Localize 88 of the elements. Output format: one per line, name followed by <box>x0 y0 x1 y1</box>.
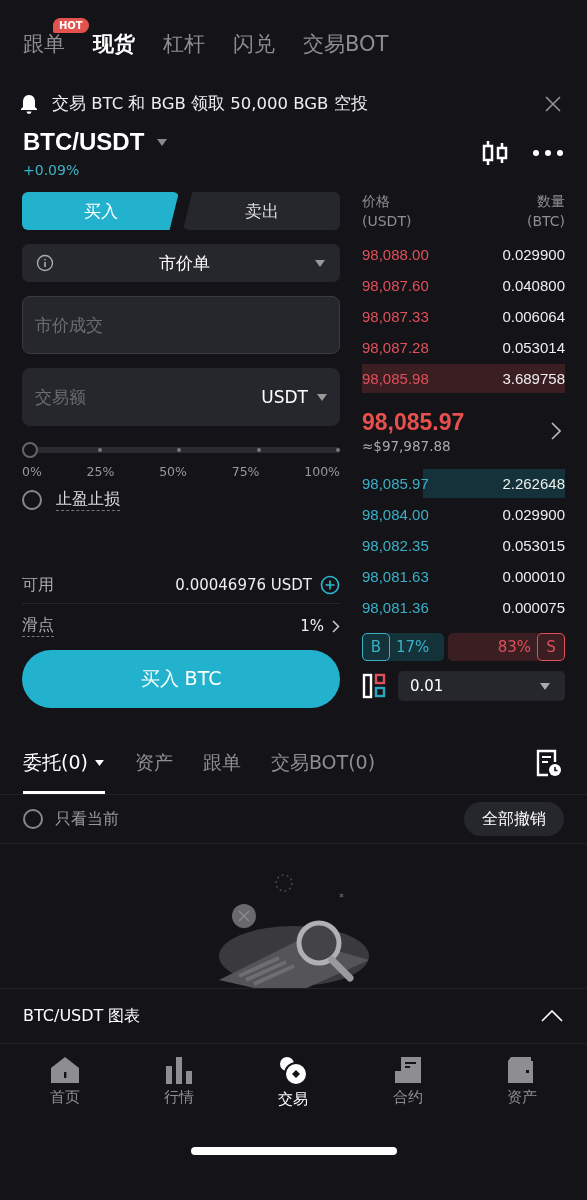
add-icon[interactable] <box>320 575 340 595</box>
last-price: 98,085.97 <box>362 408 465 436</box>
tpsl-label: 止盈止损 <box>56 489 120 511</box>
percent-label: 0% <box>22 464 42 479</box>
ask-quantity: 0.053014 <box>502 339 565 357</box>
bid-price[interactable]: 98,082.35 <box>362 537 429 555</box>
bid-price[interactable]: 98,081.63 <box>362 568 429 586</box>
caret-icon <box>93 759 105 767</box>
currency-selector[interactable]: USDT <box>261 368 328 426</box>
ask-price[interactable]: 98,087.28 <box>362 339 429 357</box>
bid-quantity: 0.029900 <box>502 506 565 524</box>
market-tab[interactable]: 杠杆 <box>163 30 205 58</box>
nav-item[interactable]: 资产 <box>476 1056 567 1109</box>
bid-quantity: 2.262648 <box>502 475 565 493</box>
market-tab[interactable]: 跟单 <box>23 30 65 58</box>
ask-quantity: 0.040800 <box>502 277 565 295</box>
market-tab[interactable]: 闪兑 <box>233 30 275 58</box>
ask-quantity: 0.006064 <box>502 308 565 326</box>
cancel-all-button[interactable]: 全部撤销 <box>464 802 564 836</box>
close-icon[interactable] <box>545 96 561 112</box>
sell-ratio: 83% <box>497 638 531 657</box>
home-icon <box>50 1056 81 1084</box>
column-header: 数量 (BTC) <box>526 192 565 231</box>
percent-label: 75% <box>231 464 260 479</box>
side-tab[interactable]: 卖出 <box>183 192 340 230</box>
candlestick-icon[interactable] <box>481 140 509 166</box>
caret-icon[interactable] <box>156 137 169 147</box>
usd-price: ≈$97,987.88 <box>362 437 452 454</box>
notice-text: 交易 BTC 和 BGB 领取 50,000 BGB 空投 <box>52 93 369 115</box>
chart-toggle-label: BTC/USDT 图表 <box>23 1005 141 1027</box>
price-change: +0.09% <box>23 162 81 178</box>
info-icon <box>36 254 54 272</box>
checkbox[interactable] <box>22 490 42 510</box>
caret-icon <box>539 681 551 691</box>
column-header: 价格 (USDT) <box>362 192 412 231</box>
nav-item[interactable]: 合约 <box>362 1056 453 1109</box>
chevron-right-icon[interactable] <box>332 619 340 633</box>
ask-price[interactable]: 98,087.60 <box>362 277 429 295</box>
percent-label: 100% <box>304 464 340 479</box>
hot-badge: HOT <box>53 18 89 33</box>
bid-price[interactable]: 98,084.00 <box>362 506 429 524</box>
caret-icon <box>316 392 328 402</box>
available-label: 可用 <box>22 574 54 596</box>
bid-price[interactable]: 98,081.36 <box>362 599 429 617</box>
orders-tab[interactable]: 跟单 <box>202 732 241 794</box>
more-icon[interactable] <box>533 150 563 156</box>
buy-ratio: 17% <box>396 638 430 657</box>
amount-slider[interactable] <box>22 442 340 458</box>
chevron-up-icon[interactable] <box>541 1010 563 1022</box>
orders-tab[interactable]: 交易BOT(0) <box>270 732 376 794</box>
ask-quantity: 0.029900 <box>502 246 565 264</box>
bid-quantity: 0.000075 <box>502 599 565 617</box>
slippage-value[interactable]: 1% <box>300 617 324 635</box>
bid-quantity: 0.000010 <box>502 568 565 586</box>
nav-item[interactable]: 交易 <box>248 1056 339 1109</box>
bid-price[interactable]: 98,085.97 <box>362 475 429 493</box>
price-field[interactable]: 市价成交 <box>22 296 340 354</box>
bid-quantity: 0.053015 <box>502 537 565 555</box>
pair-symbol[interactable]: BTC/USDT <box>23 128 145 156</box>
ask-price[interactable]: 98,088.00 <box>362 246 429 264</box>
nav-item[interactable]: 首页 <box>20 1056 111 1109</box>
market-tab[interactable]: 交易BOT <box>303 30 389 58</box>
checkbox[interactable] <box>23 809 43 829</box>
slider-thumb[interactable] <box>22 442 38 458</box>
precision-dropdown[interactable]: 0.01 <box>398 671 565 702</box>
ask-price[interactable]: 98,087.33 <box>362 308 429 326</box>
document-icon <box>393 1056 422 1084</box>
bell-icon <box>20 94 38 114</box>
sell-tag: S <box>537 633 565 662</box>
percent-label: 50% <box>159 464 187 479</box>
order-history-icon[interactable] <box>535 748 563 778</box>
percent-label: 25% <box>86 464 115 479</box>
order-type-dropdown[interactable]: 市价单 <box>22 244 340 282</box>
available-balance: 0.00046976 USDT <box>175 576 312 594</box>
filter-label: 只看当前 <box>55 808 119 830</box>
ask-quantity: 3.689758 <box>502 370 565 388</box>
orders-tab[interactable]: 资产 <box>134 732 173 794</box>
orders-tab[interactable]: 委托(0) <box>23 732 105 794</box>
ask-price[interactable]: 98,085.98 <box>362 370 429 388</box>
nav-item[interactable]: 行情 <box>134 1056 225 1109</box>
bar-chart-icon <box>165 1056 194 1084</box>
market-tab[interactable]: 现货 <box>93 30 135 58</box>
caret-icon <box>314 258 326 268</box>
slippage-label: 滑点 <box>22 615 54 637</box>
buy-tag: B <box>362 633 390 662</box>
coins-icon <box>278 1056 309 1086</box>
layout-icon[interactable] <box>362 673 388 700</box>
chevron-right-icon[interactable] <box>551 422 561 441</box>
